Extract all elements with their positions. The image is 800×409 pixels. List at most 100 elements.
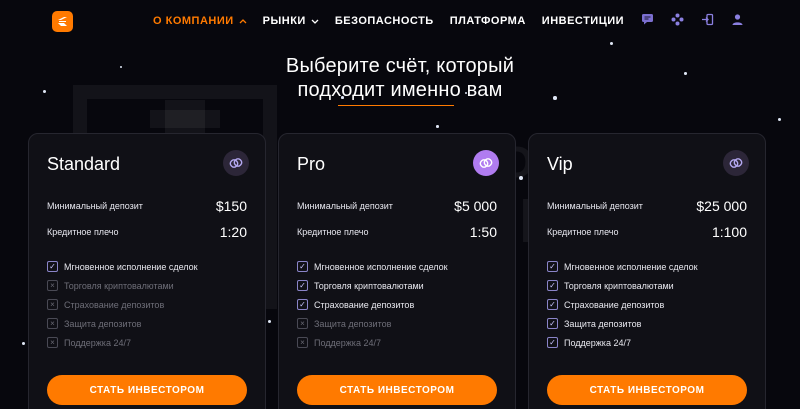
leverage-value: 1:50: [469, 224, 497, 240]
nav-item-label: ПЛАТФОРМА: [449, 15, 526, 27]
nav-item-label: БЕЗОПАСНОСТЬ: [334, 15, 434, 27]
feature-label: Поддержка 24/7: [314, 337, 381, 348]
cross-icon: ×: [47, 318, 58, 329]
feature-item: ✓ Страхование депозитов: [297, 299, 414, 310]
plan-card-pro: Pro Минимальный депозит $5 000 Кредитное пл…: [278, 133, 516, 409]
cross-icon: ×: [297, 318, 308, 329]
feature-item: × Поддержка 24/7: [297, 337, 381, 348]
checkmark-icon: ✓: [547, 261, 558, 272]
language-icon[interactable]: [670, 12, 684, 26]
star-dot: [22, 342, 26, 346]
star-dot: [610, 42, 614, 46]
star-dot: [519, 176, 523, 180]
leverage-row: Кредитное плечо 1:100: [547, 224, 747, 240]
nav-item-platform[interactable]: ПЛАТФОРМА: [450, 15, 526, 27]
plan-card-vip: Vip Минимальный депозит $25 000 Кредитное п…: [528, 133, 766, 409]
feature-label: Поддержка 24/7: [564, 337, 631, 348]
nav-item-about[interactable]: О КОМПАНИИ: [153, 15, 247, 27]
link-icon: [473, 150, 499, 176]
plan-title: Pro: [297, 154, 326, 174]
feature-item: × Защита депозитов: [297, 318, 391, 329]
link-icon: [723, 150, 749, 176]
nav-item-label: О КОМПАНИИ: [153, 15, 234, 27]
leverage-label: Кредитное плечо: [297, 227, 369, 237]
feature-label: Защита депозитов: [64, 318, 142, 329]
feature-item: ✓ Мгновенное исполнение сделок: [47, 261, 198, 272]
min-deposit-row: Минимальный депозит $25 000: [547, 198, 747, 214]
top-navbar: О КОМПАНИИ РЫНКИ БЕЗОПАСНОСТЬ ПЛАТФОРМА …: [0, 0, 800, 42]
nav-item-investments[interactable]: ИНВЕСТИЦИИ: [542, 15, 624, 27]
page-title: Выберите счёт, который подходит именно в…: [0, 54, 800, 102]
feature-item: ✓ Поддержка 24/7: [547, 337, 631, 348]
nav-item-markets[interactable]: РЫНКИ: [263, 15, 319, 27]
feature-item: × Страхование депозитов: [47, 299, 164, 310]
feature-label: Страхование депозитов: [64, 299, 165, 310]
login-icon[interactable]: [700, 12, 714, 26]
chevron-up-icon: [239, 15, 247, 27]
feature-label: Страхование депозитов: [314, 299, 415, 310]
checkmark-icon: ✓: [297, 261, 308, 272]
become-investor-button[interactable]: СТАТЬ ИНВЕСТОРОМ: [547, 375, 747, 405]
checkmark-icon: ✓: [297, 280, 308, 291]
cross-icon: ×: [297, 337, 308, 348]
checkmark-icon: ✓: [547, 337, 558, 348]
logo-icon: [58, 17, 67, 26]
feature-label: Мгновенное исполнение сделок: [314, 261, 448, 272]
link-icon: [223, 150, 249, 176]
cross-icon: ×: [47, 280, 58, 291]
header-actions: [640, 12, 744, 26]
star-dot: [268, 320, 271, 323]
feature-label: Торговля криптовалютами: [64, 280, 174, 291]
min-deposit-label: Минимальный депозит: [547, 201, 643, 211]
chevron-down-icon: [311, 15, 319, 27]
feature-label: Мгновенное исполнение сделок: [564, 261, 698, 272]
title-underline: [338, 105, 454, 106]
min-deposit-value: $25 000: [696, 198, 747, 214]
plan-card-standard: Standard Минимальный депозит $150 Кредитное…: [28, 133, 266, 409]
checkmark-icon: ✓: [297, 299, 308, 310]
chat-icon[interactable]: [640, 12, 654, 26]
page-title-line2: подходит именно вам: [297, 79, 503, 101]
leverage-value: 1:100: [711, 224, 747, 240]
main-nav: О КОМПАНИИ РЫНКИ БЕЗОПАСНОСТЬ ПЛАТФОРМА …: [153, 0, 640, 42]
leverage-value: 1:20: [219, 224, 247, 240]
page-title-line1: Выберите счёт, который: [285, 55, 515, 77]
checkmark-icon: ✓: [47, 261, 58, 272]
feature-item: ✓ Мгновенное исполнение сделок: [547, 261, 698, 272]
min-deposit-value: $150: [215, 198, 247, 214]
feature-label: Торговля криптовалютами: [314, 280, 424, 291]
feature-item: ✓ Торговля криптовалютами: [297, 280, 424, 291]
checkmark-icon: ✓: [547, 280, 558, 291]
feature-item: ✓ Мгновенное исполнение сделок: [297, 261, 448, 272]
feature-item: ✓ Страхование депозитов: [547, 299, 664, 310]
star-dot: [436, 125, 439, 128]
min-deposit-row: Минимальный депозит $5 000: [297, 198, 497, 214]
feature-label: Страхование депозитов: [564, 299, 665, 310]
brand-logo[interactable]: [52, 11, 73, 32]
min-deposit-label: Минимальный депозит: [297, 201, 393, 211]
user-icon[interactable]: [730, 12, 744, 26]
feature-item: × Поддержка 24/7: [47, 337, 131, 348]
checkmark-icon: ✓: [547, 318, 558, 329]
become-investor-button[interactable]: СТАТЬ ИНВЕСТОРОМ: [297, 375, 497, 405]
feature-item: × Торговля криптовалютами: [47, 280, 174, 291]
nav-item-label: ИНВЕСТИЦИИ: [541, 15, 625, 27]
min-deposit-label: Минимальный депозит: [47, 201, 143, 211]
nav-item-label: РЫНКИ: [262, 15, 306, 27]
min-deposit-value: $5 000: [454, 198, 497, 214]
leverage-label: Кредитное плечо: [47, 227, 119, 237]
min-deposit-row: Минимальный депозит $150: [47, 198, 247, 214]
feature-label: Торговля криптовалютами: [564, 280, 674, 291]
plan-title: Standard: [47, 154, 121, 174]
checkmark-icon: ✓: [547, 299, 558, 310]
feature-label: Защита депозитов: [564, 318, 642, 329]
nav-item-security[interactable]: БЕЗОПАСНОСТЬ: [335, 15, 434, 27]
plan-title: Vip: [547, 154, 573, 174]
feature-label: Защита депозитов: [314, 318, 392, 329]
star-dot: [778, 118, 781, 121]
feature-item: × Защита депозитов: [47, 318, 141, 329]
feature-item: ✓ Защита депозитов: [547, 318, 641, 329]
become-investor-button[interactable]: СТАТЬ ИНВЕСТОРОМ: [47, 375, 247, 405]
leverage-label: Кредитное плечо: [547, 227, 619, 237]
feature-label: Поддержка 24/7: [64, 337, 131, 348]
